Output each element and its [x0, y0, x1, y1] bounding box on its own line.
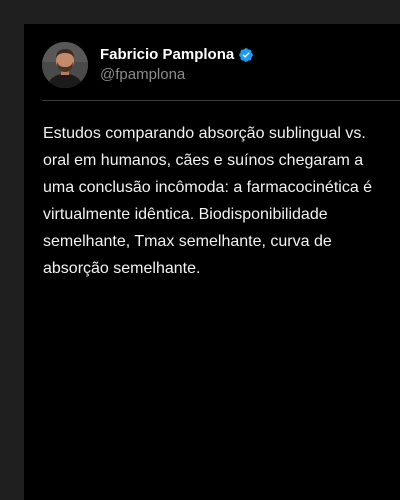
- page: Fabricio Pamplona @fpamplona Estudos com…: [0, 0, 400, 500]
- post-text: Estudos comparando absorção sublingual v…: [43, 125, 373, 277]
- header-divider: [42, 100, 400, 101]
- author-display-name[interactable]: Fabricio Pamplona: [100, 46, 234, 64]
- name-row: Fabricio Pamplona: [100, 46, 254, 64]
- avatar[interactable]: [42, 42, 88, 88]
- author-names: Fabricio Pamplona @fpamplona: [100, 46, 254, 84]
- post-card: Fabricio Pamplona @fpamplona Estudos com…: [24, 24, 400, 500]
- avatar-image: [42, 42, 88, 88]
- verified-badge-icon: [238, 47, 254, 63]
- post-header: Fabricio Pamplona @fpamplona: [42, 42, 254, 88]
- author-handle[interactable]: @fpamplona: [100, 66, 254, 84]
